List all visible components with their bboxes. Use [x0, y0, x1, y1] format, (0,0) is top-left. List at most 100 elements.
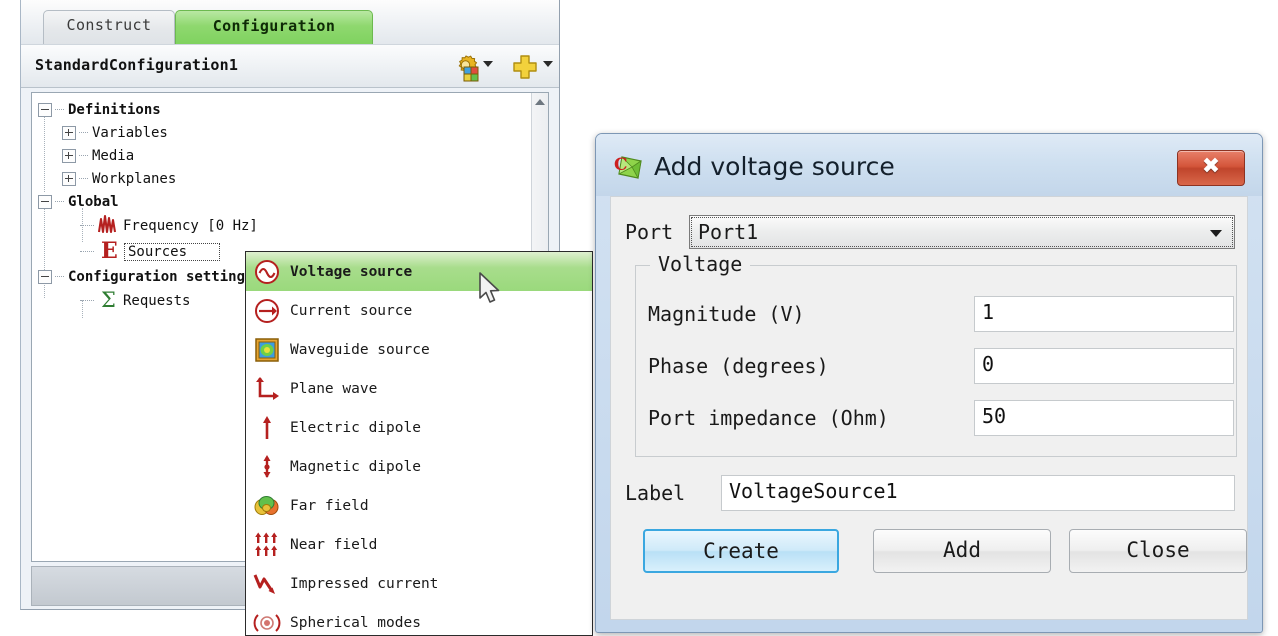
- configuration-name-label: StandardConfiguration1: [35, 56, 239, 74]
- magnitude-row: Magnitude (V) 1: [648, 296, 1234, 334]
- magnitude-value: 1: [982, 300, 995, 324]
- tree-node-label: Variables: [92, 124, 168, 141]
- phase-row: Phase (degrees) 0: [648, 348, 1234, 386]
- menu-item-near-field[interactable]: Near field: [246, 525, 592, 564]
- tree-connector: [55, 200, 64, 203]
- screen: Construct Configuration StandardConfigur…: [0, 0, 1278, 636]
- gear-dropdown-chevron-down-icon[interactable]: [483, 61, 493, 67]
- tree-node-workplanes[interactable]: Workplanes: [62, 167, 258, 190]
- tree-connector: [79, 131, 88, 134]
- tab-construct-label: Construct: [66, 16, 152, 34]
- menu-item-waveguide-source[interactable]: Waveguide source: [246, 330, 592, 369]
- menu-item-voltage-source[interactable]: Voltage source: [246, 252, 592, 291]
- create-button-label: Create: [703, 539, 779, 563]
- requests-icon: Σ: [97, 288, 119, 314]
- magnitude-input[interactable]: 1: [974, 296, 1234, 332]
- feko-app-icon: C: [614, 154, 648, 184]
- magnitude-label: Magnitude (V): [648, 302, 805, 326]
- add-voltage-source-dialog: C Add voltage source ✖ Port Port1 Voltag…: [595, 133, 1263, 633]
- tree-node-label: Configuration settings: [68, 268, 254, 285]
- tree-node-media[interactable]: Media: [62, 144, 258, 167]
- menu-item-label: Waveguide source: [290, 341, 430, 358]
- close-button[interactable]: Close: [1069, 529, 1247, 573]
- chevron-down-icon[interactable]: [1210, 230, 1222, 237]
- phase-label: Phase (degrees): [648, 354, 829, 378]
- frequency-icon: [97, 214, 119, 238]
- electric-dipole-icon: [252, 414, 282, 442]
- tree-node-global[interactable]: Global: [38, 190, 258, 213]
- menu-item-label: Plane wave: [290, 380, 378, 397]
- svg-text:C: C: [614, 155, 628, 175]
- svg-text:E: E: [101, 239, 118, 261]
- tree-guide-line: [44, 114, 45, 192]
- expander-plus-icon[interactable]: [62, 148, 76, 163]
- tree-connector: [80, 300, 94, 302]
- scroll-up-arrow-icon[interactable]: [535, 99, 545, 105]
- add-button-label: Add: [943, 538, 981, 562]
- port-impedance-row: Port impedance (Ohm) 50: [648, 400, 1234, 438]
- tree-connector: [80, 225, 94, 227]
- port-label: Port: [625, 220, 674, 244]
- expander-plus-icon[interactable]: [62, 171, 76, 186]
- tree-connector: [79, 177, 88, 180]
- port-impedance-input[interactable]: 50: [974, 400, 1234, 436]
- menu-item-impressed-current[interactable]: Impressed current: [246, 564, 592, 603]
- menu-item-label: Voltage source: [290, 263, 413, 280]
- dialog-body: Port Port1 Voltage Magnitude (V) 1 Phase…: [610, 196, 1248, 620]
- tree-node-label: Media: [92, 147, 135, 164]
- create-button[interactable]: Create: [643, 529, 839, 573]
- tree-connector: [55, 108, 64, 111]
- tree-node-label: Requests: [123, 293, 191, 309]
- tree-node-label: Definitions: [68, 101, 161, 118]
- plus-dropdown-chevron-down-icon[interactable]: [543, 61, 553, 67]
- label-row: Label VoltageSource1: [625, 475, 1237, 513]
- menu-item-plane-wave[interactable]: Plane wave: [246, 369, 592, 408]
- port-impedance-label: Port impedance (Ohm): [648, 406, 889, 430]
- phase-value: 0: [982, 352, 995, 376]
- port-select[interactable]: Port1: [689, 215, 1235, 249]
- menu-item-label: Electric dipole: [290, 419, 421, 436]
- port-select-value: Port1: [698, 220, 759, 244]
- tree-connector: [79, 154, 88, 157]
- phase-input[interactable]: 0: [974, 348, 1234, 384]
- svg-text:Σ: Σ: [101, 288, 116, 310]
- waveguide-source-icon: [252, 336, 282, 364]
- sources-icon: E: [97, 238, 119, 265]
- menu-item-label: Impressed current: [290, 575, 439, 592]
- expander-minus-icon[interactable]: [38, 194, 52, 209]
- label-value: VoltageSource1: [729, 479, 898, 503]
- menu-item-magnetic-dipole[interactable]: Magnetic dipole: [246, 447, 592, 486]
- tree-node-label: Sources: [124, 243, 221, 261]
- tab-configuration-label: Configuration: [212, 17, 336, 35]
- close-icon[interactable]: ✖: [1177, 150, 1245, 186]
- label-caption: Label: [625, 481, 686, 505]
- tab-construct[interactable]: Construct: [43, 10, 175, 44]
- magnetic-dipole-icon: [252, 453, 282, 481]
- add-button[interactable]: Add: [873, 529, 1051, 573]
- expander-plus-icon[interactable]: [62, 125, 76, 140]
- label-input[interactable]: VoltageSource1: [721, 475, 1235, 511]
- spherical-modes-icon: [252, 609, 282, 636]
- tree-node-label: Workplanes: [92, 170, 177, 187]
- tree-node-frequency[interactable]: Frequency [0 Hz]: [80, 213, 258, 239]
- plus-icon[interactable]: [511, 52, 539, 82]
- menu-item-current-source[interactable]: Current source: [246, 291, 592, 330]
- gear-icon[interactable]: [451, 52, 481, 82]
- dialog-title-bar: C Add voltage source ✖: [596, 134, 1262, 196]
- add-source-context-menu[interactable]: Voltage source Current source Waveguide …: [245, 251, 593, 636]
- tree-node-configuration-settings[interactable]: Configuration settings: [38, 265, 258, 288]
- tree-node-definitions[interactable]: Definitions: [38, 98, 258, 121]
- tree-node-label: Frequency [0 Hz]: [123, 218, 258, 234]
- configuration-toolbar: StandardConfiguration1: [21, 44, 559, 88]
- tree-node-variables[interactable]: Variables: [62, 121, 258, 144]
- menu-item-far-field[interactable]: Far field: [246, 486, 592, 525]
- far-field-icon: [252, 492, 282, 520]
- menu-item-electric-dipole[interactable]: Electric dipole: [246, 408, 592, 447]
- menu-item-spherical-modes[interactable]: Spherical modes: [246, 603, 592, 636]
- tree-node-requests[interactable]: Σ Requests: [80, 288, 258, 314]
- expander-minus-icon[interactable]: [38, 269, 52, 284]
- tree-node-sources[interactable]: E Sources: [80, 238, 258, 265]
- menu-item-label: Far field: [290, 497, 369, 514]
- tab-configuration[interactable]: Configuration: [175, 10, 373, 44]
- expander-minus-icon[interactable]: [38, 102, 52, 117]
